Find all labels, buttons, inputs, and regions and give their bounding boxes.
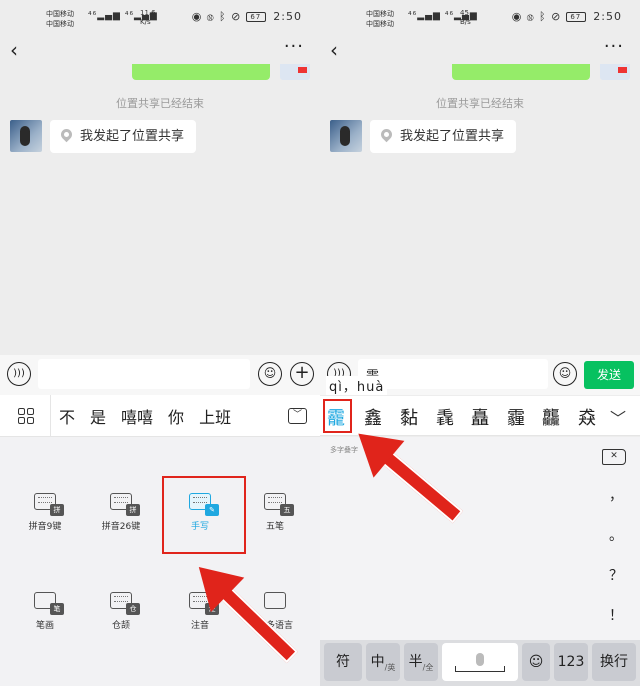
im-pinyin-9[interactable]: 拼 拼音9键 [10,493,80,532]
eye-icon: ◉ [191,10,203,23]
keyboard-icon: 五 [264,493,294,516]
system-message: 位置共享已经结束 [436,97,524,110]
emoji-icon: ☺ [528,654,544,670]
candidate-char[interactable]: 黏 [400,404,418,430]
system-message: 位置共享已经结束 [116,97,204,110]
candidate-bar: 不 是 嘻嘻 你 上班 ﹀ [0,395,320,437]
clock: 2:50 [273,10,302,23]
location-share-bubble[interactable]: 我发起了位置共享 [370,120,517,153]
punct-key[interactable]: ， [592,485,640,505]
bubble-text: 我发起了位置共享 [80,129,185,144]
newline-key[interactable]: 换行 [592,643,636,681]
highlight-box [162,476,246,554]
eye-icon: ◉ [511,10,523,23]
bubble-text: 我发起了位置共享 [400,129,505,144]
status-bar: 中国移动 中国移动 ⁴⁶▂▄▆ ⁴⁶▂▄▆ 11.6 K/s ◉ Ⓝ ᛒ ⊘ 6… [0,0,320,34]
back-icon[interactable]: ‹ [330,38,338,62]
chevron-down-icon[interactable]: ﹀ [610,405,626,429]
punct-key[interactable]: 。 [592,525,640,545]
cn-en-key[interactable]: 中/英 [366,643,400,681]
sent-message-bubble[interactable] [452,64,590,80]
voice-icon[interactable]: ))) [7,362,31,386]
candidate-char[interactable]: 龘 [542,404,560,430]
punct-key[interactable]: ！ [592,605,640,625]
highlight-box [323,399,352,433]
number-key[interactable]: 123 [554,643,588,681]
carrier-1: 中国移动 [46,10,74,18]
my-avatar[interactable] [280,64,310,80]
my-avatar[interactable] [600,64,630,80]
net-speed-unit: B/s [460,18,471,26]
im-pinyin-26[interactable]: 拼 拼音26键 [86,493,156,532]
input-bar: ))) ☺ + [0,355,320,395]
right-screen: 中国移动 中国移动 ⁴⁶▂▄▆ ⁴⁶▂▄▆ 45 B/s ◉ Ⓝ ᛒ ⊘ 67 … [320,0,640,686]
location-share-bubble[interactable]: 我发起了位置共享 [50,120,197,153]
candidate-char[interactable]: 矗 [471,404,489,430]
candidate-char[interactable]: 猋 [578,404,596,430]
candidate-word[interactable]: 你 [168,404,184,428]
carrier-2: 中国移动 [366,20,394,28]
clock: 2:50 [593,10,622,23]
candidate-word[interactable]: 不 [59,404,75,428]
location-pin-icon [378,126,395,143]
space-key[interactable] [442,643,518,681]
flag-icon [298,67,307,73]
net-speed-value: 45 [460,9,469,17]
bluetooth-icon: ᛒ [538,10,547,23]
space-icon [455,666,505,672]
im-cangjie[interactable]: 仓 仓颉 [86,592,156,631]
emoji-icon[interactable]: ☺ [553,362,577,386]
message-input[interactable] [38,359,250,389]
carrier-1: 中国移动 [366,10,394,18]
contact-avatar[interactable] [10,120,42,152]
nfc-icon: Ⓝ [526,10,535,23]
silent-icon: ⊘ [231,10,242,23]
candidate-char[interactable]: 霾 [507,404,525,430]
handwriting-keyboard: 多字叠字 ✕ ， 。 ？ ！ 符 中/英 半/全 ☺ 123 换行 [320,437,640,686]
globe-icon [264,592,286,609]
more-icon[interactable]: ··· [284,36,304,57]
stroke-icon: 笔 [34,592,64,615]
candidate-word[interactable]: 嘻嘻 [121,404,153,428]
chat-nav: ‹ ··· [320,36,640,64]
im-stroke[interactable]: 笔 笔画 [10,592,80,631]
carrier-2: 中国移动 [46,20,74,28]
collapse-keyboard-icon[interactable]: ﹀ [288,408,307,424]
plus-icon[interactable]: + [290,362,314,386]
chat-nav: ‹ ··· [0,36,320,64]
keyboard-bottom-row: 符 中/英 半/全 ☺ 123 换行 [320,640,640,686]
emoji-icon[interactable]: ☺ [258,362,282,386]
im-wubi[interactable]: 五 五笔 [240,493,310,532]
more-icon[interactable]: ··· [604,36,624,57]
nfc-icon: Ⓝ [206,10,215,23]
half-full-key[interactable]: 半/全 [404,643,438,681]
silent-icon: ⊘ [551,10,562,23]
keyboard-icon: 仓 [110,592,140,615]
keyboard-icon: 拼 [110,493,140,516]
candidate-char[interactable]: 毳 [436,404,454,430]
symbol-key[interactable]: 符 [324,643,362,681]
menu-grid-icon[interactable] [18,408,34,424]
candidate-word[interactable]: 上班 [199,404,231,428]
punct-key[interactable]: ？ [592,565,640,585]
sent-message-bubble[interactable] [132,64,270,80]
send-button[interactable]: 发送 [584,361,634,389]
mic-icon [476,653,484,666]
location-pin-icon [58,126,75,143]
emoji-key[interactable]: ☺ [522,643,550,681]
candidate-word[interactable]: 是 [90,404,106,428]
keyboard-icon: 拼 [34,493,64,516]
net-speed-unit: K/s [140,18,151,26]
net-speed-value: 11.6 [140,9,156,17]
status-bar: 中国移动 中国移动 ⁴⁶▂▄▆ ⁴⁶▂▄▆ 45 B/s ◉ Ⓝ ᛒ ⊘ 67 … [320,0,640,34]
battery-icon: 67 [245,12,266,22]
bluetooth-icon: ᛒ [218,10,227,23]
back-icon[interactable]: ‹ [10,38,18,62]
pinyin-tooltip: qì，huà [326,376,388,395]
flag-icon [618,67,627,73]
contact-avatar[interactable] [330,120,362,152]
battery-icon: 67 [565,12,586,22]
left-screen: 中国移动 中国移动 ⁴⁶▂▄▆ ⁴⁶▂▄▆ 11.6 K/s ◉ Ⓝ ᛒ ⊘ 6… [0,0,320,686]
